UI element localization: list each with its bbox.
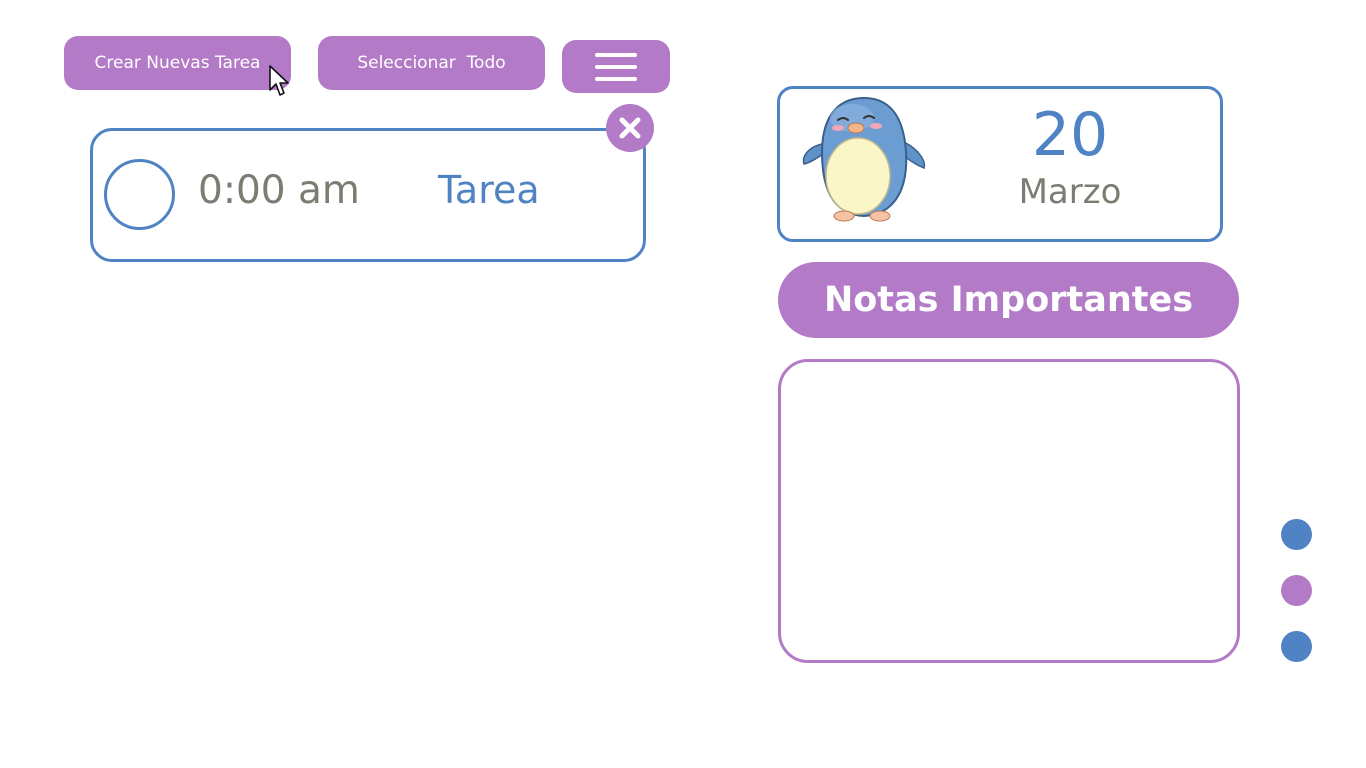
create-task-button[interactable]: Crear Nuevas Tarea xyxy=(64,36,291,90)
close-icon xyxy=(619,117,641,139)
notes-header: Notas Importantes xyxy=(778,262,1239,338)
task-name: Tarea xyxy=(438,168,540,212)
page-dot-2[interactable] xyxy=(1281,575,1312,606)
mouse-cursor-icon xyxy=(269,65,289,96)
task-checkbox[interactable] xyxy=(104,159,175,230)
date-month: Marzo xyxy=(1018,172,1122,212)
notes-textarea[interactable] xyxy=(778,359,1240,663)
select-all-label: Seleccionar Todo xyxy=(357,53,506,73)
date-day: 20 xyxy=(1031,100,1109,170)
task-time: 0:00 am xyxy=(198,168,360,213)
page-dot-3[interactable] xyxy=(1281,631,1312,662)
create-task-label: Crear Nuevas Tarea xyxy=(94,53,261,73)
select-all-button[interactable]: Seleccionar Todo xyxy=(318,36,545,90)
penguin-mascot-icon xyxy=(802,96,926,222)
menu-button[interactable] xyxy=(562,40,670,93)
hamburger-menu-icon xyxy=(595,52,637,57)
delete-task-button[interactable] xyxy=(606,104,654,152)
page-dot-1[interactable] xyxy=(1281,519,1312,550)
